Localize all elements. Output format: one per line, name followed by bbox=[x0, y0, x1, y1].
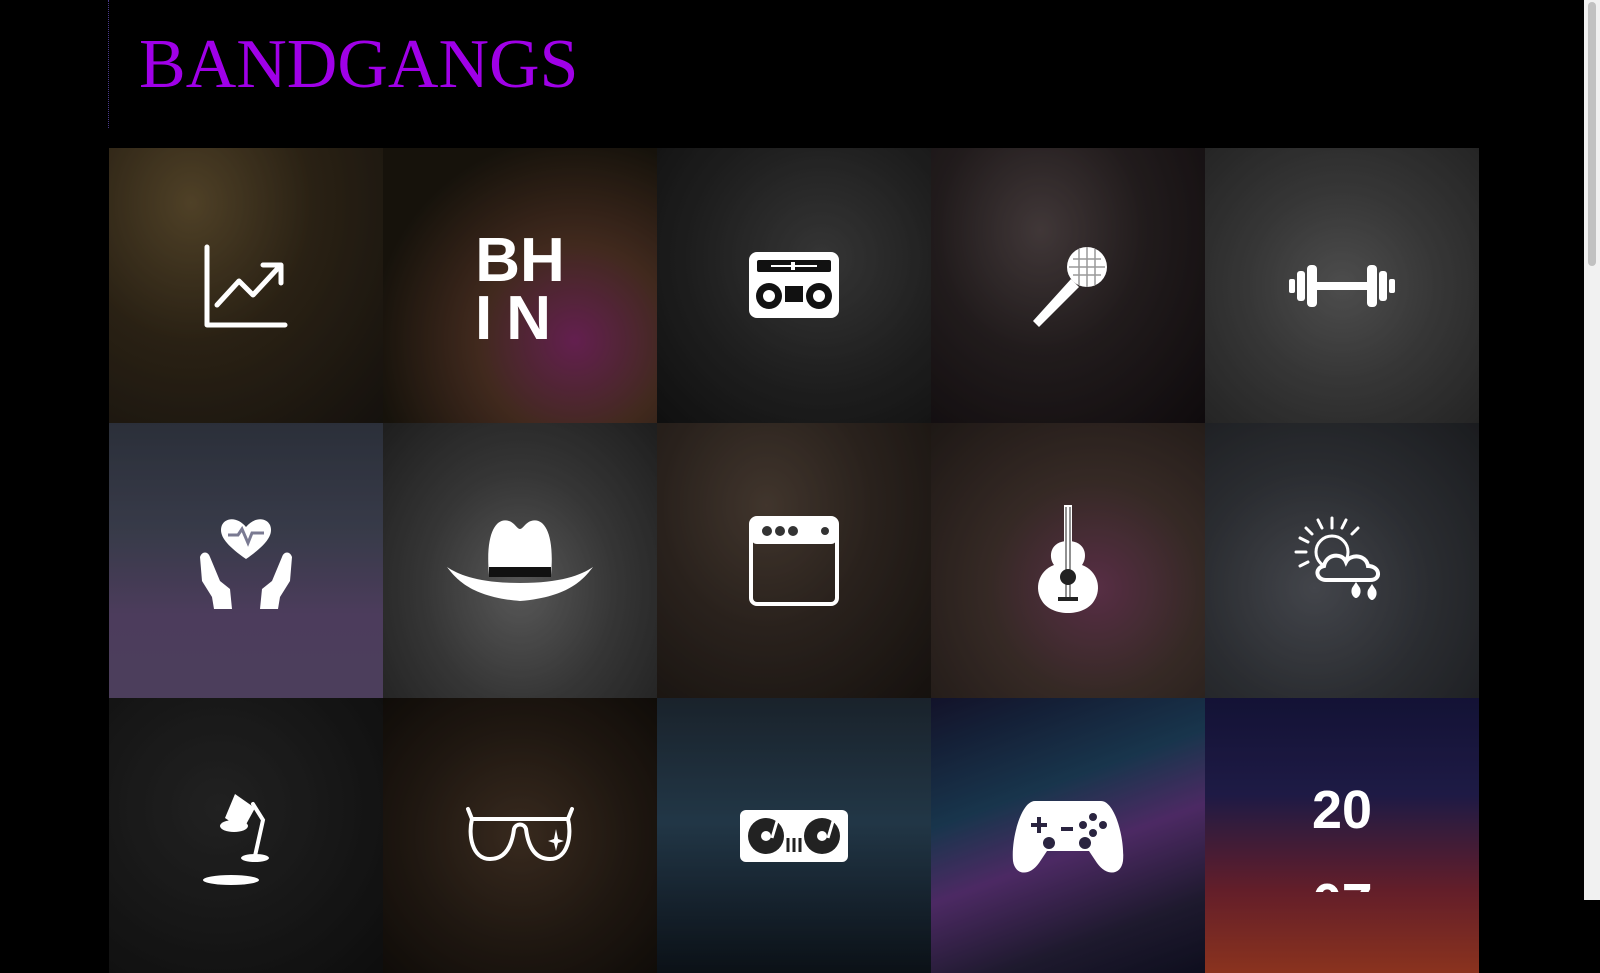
tile-trending[interactable] bbox=[109, 148, 383, 423]
turntable-icon bbox=[738, 808, 850, 864]
amplifier-icon bbox=[747, 514, 841, 608]
bhin-logo-bottom: IN bbox=[475, 284, 565, 343]
site-logo[interactable]: BANDGANGS bbox=[139, 30, 578, 100]
site-header: BANDGANGS bbox=[108, 0, 1479, 128]
tile-health[interactable] bbox=[109, 423, 383, 698]
cowboy-hat-icon bbox=[445, 511, 595, 611]
tile-weather[interactable] bbox=[1205, 423, 1479, 698]
tile-turntable[interactable] bbox=[657, 698, 931, 973]
tile-amplifier[interactable] bbox=[657, 423, 931, 698]
tile-grid: BH IN 20 bbox=[109, 148, 1479, 973]
2020-logo-bottom: 20 bbox=[1312, 872, 1372, 892]
tile-gamepad[interactable] bbox=[931, 698, 1205, 973]
tile-guitar[interactable] bbox=[931, 423, 1205, 698]
scrollbar-thumb[interactable] bbox=[1588, 2, 1596, 266]
chart-up-icon bbox=[201, 241, 291, 331]
tile-microphone[interactable] bbox=[931, 148, 1205, 423]
guitar-icon bbox=[1028, 504, 1108, 617]
hands-heart-icon bbox=[196, 511, 296, 611]
bhin-logo: BH IN bbox=[474, 229, 566, 343]
2020-logo-top: 20 bbox=[1312, 780, 1372, 840]
tile-dumbbell[interactable] bbox=[1205, 148, 1479, 423]
dumbbell-icon bbox=[1287, 261, 1397, 311]
tile-cowboy-hat[interactable] bbox=[383, 423, 657, 698]
tile-bhin[interactable]: BH IN bbox=[383, 148, 657, 423]
microphone-icon bbox=[1023, 241, 1113, 331]
boombox-icon bbox=[745, 248, 843, 324]
page-scrollbar[interactable] bbox=[1584, 0, 1600, 900]
gamepad-icon bbox=[1009, 797, 1127, 875]
tile-lamp[interactable] bbox=[109, 698, 383, 973]
sun-cloud-rain-icon bbox=[1292, 514, 1392, 608]
2020-logo: 20 20 bbox=[1294, 780, 1390, 892]
tile-sunglasses[interactable] bbox=[383, 698, 657, 973]
sunglasses-icon bbox=[464, 805, 576, 867]
tile-boombox[interactable] bbox=[657, 148, 931, 423]
tile-2020[interactable]: 20 20 bbox=[1205, 698, 1479, 973]
desk-lamp-icon bbox=[201, 786, 291, 886]
